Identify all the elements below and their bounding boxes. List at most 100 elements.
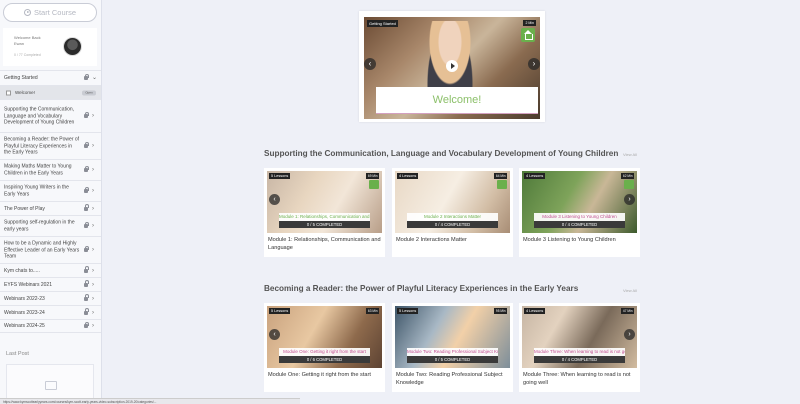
menu-item-getting-started[interactable]: Getting Started ⌄ xyxy=(0,70,101,85)
carousel-next-button[interactable]: › xyxy=(624,329,635,340)
duration-badge: 95 Min xyxy=(494,308,507,314)
section-title-communication: Supporting the Communication, Language a… xyxy=(264,149,619,158)
carousel-prev-button[interactable]: ‹ xyxy=(364,58,376,70)
lock-icon xyxy=(84,221,90,228)
module-thumbnail[interactable]: 4 Lessons 62 Min › Module 3 Listening to… xyxy=(522,171,637,233)
carousel-prev-button[interactable]: ‹ xyxy=(269,194,280,205)
chevron-right-icon: › xyxy=(92,205,94,212)
module-caption[interactable]: Module Two: Reading Professional Subject… xyxy=(396,372,510,387)
module-card[interactable]: 5 Lessons 95 Min Module Two: Reading Pro… xyxy=(392,303,513,392)
module-thumb-title: Module Two: Reading Professional Subject… xyxy=(407,348,498,356)
course-menu: Getting Started ⌄ Welcome! Open Supporti… xyxy=(0,70,101,333)
menu-item-label: Becoming a Reader: the Power of Playful … xyxy=(4,136,80,156)
chevron-right-icon: › xyxy=(92,112,94,119)
menu-item-welcome[interactable]: Welcome! Open xyxy=(0,85,101,99)
menu-item-label: EYFS Webinars 2021 xyxy=(4,281,52,288)
play-circle-icon xyxy=(23,9,31,16)
carousel-prev-button[interactable]: ‹ xyxy=(269,329,280,340)
welcome-line-1: Welcome Back xyxy=(14,35,41,40)
module-thumbnail[interactable]: 5 Lessons 95 Min Module Two: Reading Pro… xyxy=(395,306,510,368)
menu-item-webinars-2022-23[interactable]: Webinars 2022-23 › xyxy=(0,291,101,305)
featured-lesson-card[interactable]: Getting Started 2 Min ‹ › Welcome! xyxy=(359,11,545,122)
menu-item-becoming-a-reader[interactable]: Becoming a Reader: the Power of Playful … xyxy=(0,132,101,159)
progress-bar: 0 / 6 COMPLETED xyxy=(279,356,370,363)
lessons-badge: 4 Lessons xyxy=(524,308,546,314)
house-icon xyxy=(369,180,379,189)
house-icon xyxy=(624,180,634,189)
house-icon xyxy=(521,28,535,42)
start-course-label: Start Course xyxy=(33,8,77,17)
chevron-right-icon: › xyxy=(92,166,94,173)
duration-badge: 69 Min xyxy=(366,173,379,179)
menu-item-webinars-2023-24[interactable]: Webinars 2023-24 › xyxy=(0,305,101,319)
menu-item-webinars-2021[interactable]: EYFS Webinars 2021 › xyxy=(0,277,101,291)
lock-icon xyxy=(84,165,90,172)
section-view-all-link[interactable]: View All xyxy=(623,152,637,157)
play-icon[interactable] xyxy=(446,60,458,72)
lessons-badge: 4 Lessons xyxy=(397,173,419,179)
menu-item-power-of-play[interactable]: The Power of Play › xyxy=(0,201,101,215)
browser-status-url: https://www.kymscottearlyyears.com/cours… xyxy=(0,398,300,404)
menu-item-label: Making Maths Matter to Young Children in… xyxy=(4,163,72,177)
module-caption[interactable]: Module 3 Listening to Young Children xyxy=(523,237,637,245)
lock-icon xyxy=(84,245,90,252)
module-caption[interactable]: Module One: Getting it right from the st… xyxy=(268,372,382,380)
menu-item-label: Webinars 2022-23 xyxy=(4,295,45,302)
featured-video-thumbnail[interactable]: Getting Started 2 Min ‹ › Welcome! xyxy=(364,17,540,119)
avatar[interactable] xyxy=(63,37,82,56)
module-caption[interactable]: Module 1: Relationships, Communication a… xyxy=(268,237,382,252)
open-badge: Open xyxy=(82,90,96,95)
progress-bar: 0 / 5 COMPLETED xyxy=(279,221,370,228)
chevron-right-icon: › xyxy=(92,142,94,149)
module-card[interactable]: 5 Lessons 63 Min ‹ Module One: Getting i… xyxy=(264,303,385,392)
module-thumb-title: Module One: Getting it right from the st… xyxy=(279,348,370,356)
module-card[interactable]: 4 Lessons 62 Min › Module 3 Listening to… xyxy=(519,168,640,257)
start-course-button[interactable]: Start Course xyxy=(3,3,97,22)
lock-icon xyxy=(84,111,90,118)
menu-item-kym-chats[interactable]: Kym chats to..... › xyxy=(0,263,101,277)
module-caption[interactable]: Module 2 Interactions Matter xyxy=(396,237,510,245)
lock-icon xyxy=(84,204,90,211)
module-thumbnail[interactable]: 4 Lessons 64 Min Module 2 Interactions M… xyxy=(395,171,510,233)
module-card[interactable]: 5 Lessons 69 Min ‹ Module 1: Relationshi… xyxy=(264,168,385,257)
menu-item-label: Webinars 2023-24 xyxy=(4,309,45,316)
presenter-image xyxy=(426,21,474,91)
module-thumbnail[interactable]: 4 Lessons 47 Min › Module Three: When le… xyxy=(522,306,637,368)
module-caption[interactable]: Module Three: When learning to read is n… xyxy=(523,372,637,387)
carousel-next-button[interactable]: › xyxy=(528,58,540,70)
welcome-line-2: Ewan xyxy=(14,40,25,46)
section-view-all-link[interactable]: View All xyxy=(623,288,637,293)
menu-item-label: The Power of Play xyxy=(4,205,45,212)
lock-icon xyxy=(84,73,90,80)
duration-badge: 2 Min xyxy=(523,20,536,26)
menu-item-inspiring-young-writers[interactable]: Inspiring Young Writers in the Early Yea… xyxy=(0,180,101,201)
lesson-checkbox[interactable] xyxy=(6,90,11,95)
progress-bar: 0 / 5 COMPLETED xyxy=(407,356,498,363)
chevron-down-icon: ⌄ xyxy=(92,74,98,81)
menu-item-label: Inspiring Young Writers in the Early Yea… xyxy=(4,184,69,198)
menu-item-self-regulation[interactable]: Supporting self-regulation in the early … xyxy=(0,215,101,236)
progress-bar: 0 / 4 COMPLETED xyxy=(534,221,625,228)
menu-item-making-maths-matter[interactable]: Making Maths Matter to Young Children in… xyxy=(0,159,101,180)
lock-icon xyxy=(84,186,90,193)
module-thumb-title: Module 3 Listening to Young Children xyxy=(534,213,625,221)
carousel-next-button[interactable]: › xyxy=(624,194,635,205)
menu-item-dynamic-leader[interactable]: How to be a Dynamic and Highly Effective… xyxy=(0,236,101,263)
module-card[interactable]: 4 Lessons 64 Min Module 2 Interactions M… xyxy=(392,168,513,257)
lock-icon xyxy=(84,308,90,315)
last-post-heading: Last Post xyxy=(6,351,29,357)
section-title-becoming-a-reader: Becoming a Reader: the Power of Playful … xyxy=(264,284,579,293)
section-tag: Getting Started xyxy=(367,20,398,27)
house-icon xyxy=(497,180,507,189)
duration-badge: 62 Min xyxy=(621,173,634,179)
module-card[interactable]: 4 Lessons 47 Min › Module Three: When le… xyxy=(519,303,640,392)
lock-icon xyxy=(84,280,90,287)
lessons-badge: 5 Lessons xyxy=(269,308,291,314)
module-thumbnail[interactable]: 5 Lessons 69 Min ‹ Module 1: Relationshi… xyxy=(267,171,382,233)
module-thumbnail[interactable]: 5 Lessons 63 Min ‹ Module One: Getting i… xyxy=(267,306,382,368)
duration-badge: 64 Min xyxy=(494,173,507,179)
menu-item-communication[interactable]: Supporting the Communication, Language a… xyxy=(0,99,101,132)
chevron-right-icon: › xyxy=(92,246,94,253)
menu-item-webinars-2024-25[interactable]: Webinars 2024-25 › xyxy=(0,319,101,333)
module-thumb-title: Module Three: When learning to read is n… xyxy=(534,348,625,356)
